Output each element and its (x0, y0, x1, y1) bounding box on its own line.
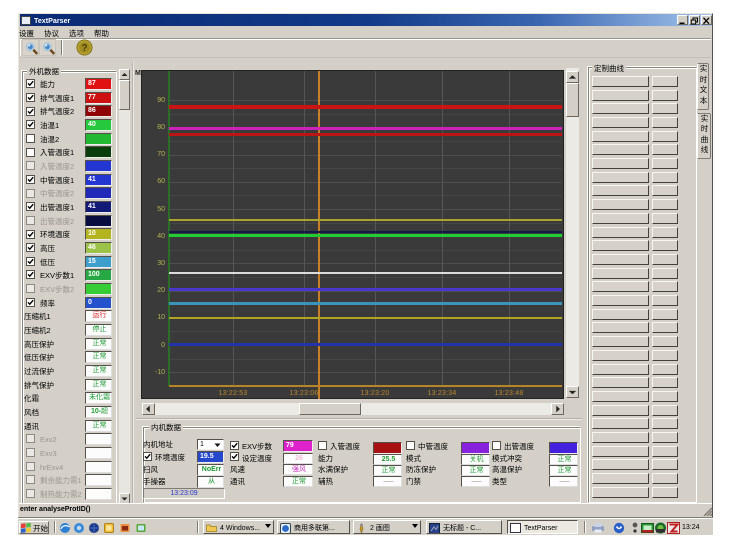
svg-text:?: ? (81, 43, 87, 54)
